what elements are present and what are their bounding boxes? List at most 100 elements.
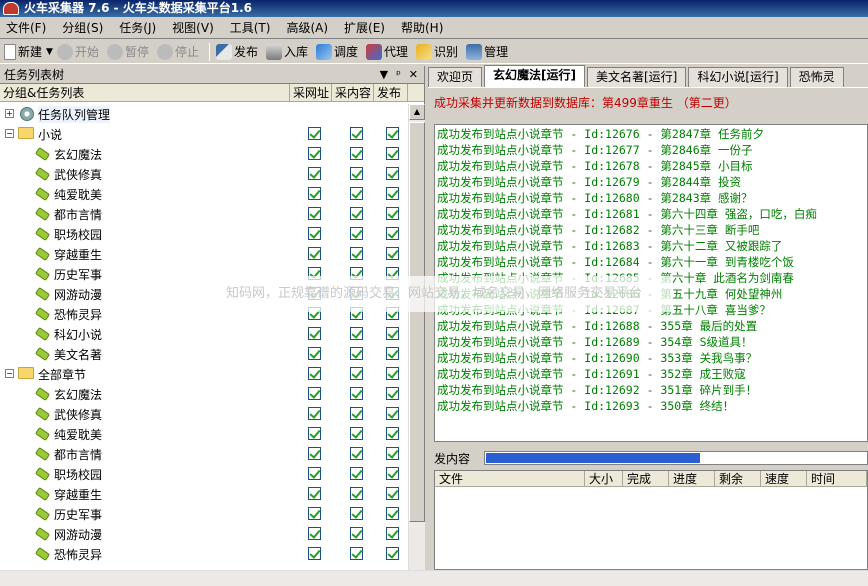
publish-checkbox[interactable] (386, 427, 399, 440)
collect-content-checkbox[interactable] (350, 507, 363, 520)
collect-url-checkbox[interactable] (308, 227, 321, 240)
tree-task-item[interactable]: 武侠修真 (0, 164, 408, 184)
tab-1[interactable]: 玄幻魔法[运行] (484, 65, 585, 87)
collect-content-checkbox[interactable] (350, 247, 363, 260)
tree-task-item[interactable]: 武侠修真 (0, 404, 408, 424)
collect-url-checkbox[interactable] (308, 327, 321, 340)
file-column-header[interactable]: 速度 (761, 471, 807, 486)
tree-group[interactable]: − 全部章节 (0, 364, 408, 384)
tree-task-item[interactable]: 玄幻魔法 (0, 384, 408, 404)
new-dropdown-icon[interactable]: ▼ (46, 47, 53, 57)
collect-url-checkbox[interactable] (308, 547, 321, 560)
collect-content-checkbox[interactable] (350, 327, 363, 340)
tab-0[interactable]: 欢迎页 (428, 67, 483, 87)
publish-checkbox[interactable] (386, 167, 399, 180)
collect-content-checkbox[interactable] (350, 207, 363, 220)
collect-url-checkbox[interactable] (308, 147, 321, 160)
tree-task-item[interactable]: 网游动漫 (0, 524, 408, 544)
collect-url-checkbox[interactable] (308, 507, 321, 520)
expand-icon[interactable]: + (5, 109, 14, 118)
horizontal-scrollbar[interactable] (0, 570, 868, 586)
collect-content-checkbox[interactable] (350, 127, 363, 140)
tree-task-item[interactable]: 穿越重生 (0, 244, 408, 264)
tree-task-item[interactable]: 职场校园 (0, 464, 408, 484)
collect-content-checkbox[interactable] (350, 547, 363, 560)
collect-url-checkbox[interactable] (308, 187, 321, 200)
collect-url-checkbox[interactable] (308, 407, 321, 420)
collect-content-checkbox[interactable] (350, 387, 363, 400)
panel-dropdown-icon[interactable]: ▼ (380, 66, 388, 84)
collect-url-checkbox[interactable] (308, 247, 321, 260)
publish-checkbox[interactable] (386, 527, 399, 540)
file-column-header[interactable]: 完成 (623, 471, 669, 486)
collect-content-checkbox[interactable] (350, 467, 363, 480)
stop-button[interactable]: 停止 (156, 43, 199, 60)
publish-checkbox[interactable] (386, 467, 399, 480)
collect-url-checkbox[interactable] (308, 167, 321, 180)
menu-advanced[interactable]: 高级(A) (286, 19, 328, 36)
menu-tools[interactable]: 工具(T) (230, 19, 271, 36)
import-button[interactable]: 入库 (266, 43, 308, 60)
collect-content-checkbox[interactable] (350, 447, 363, 460)
recognize-button[interactable]: 识别 (416, 43, 458, 60)
collapse-icon[interactable]: − (5, 369, 14, 378)
collect-content-checkbox[interactable] (350, 167, 363, 180)
collect-url-checkbox[interactable] (308, 467, 321, 480)
tab-2[interactable]: 美文名著[运行] (587, 67, 687, 87)
menu-group[interactable]: 分组(S) (62, 19, 103, 36)
column-group-task[interactable]: 分组&任务列表 (0, 84, 290, 101)
tree-vertical-scrollbar[interactable]: ▲ (408, 104, 425, 572)
scroll-up-icon[interactable]: ▲ (409, 104, 425, 120)
collect-content-checkbox[interactable] (350, 407, 363, 420)
collect-url-checkbox[interactable] (308, 367, 321, 380)
close-icon[interactable]: ✕ (409, 66, 418, 84)
publish-checkbox[interactable] (386, 387, 399, 400)
publish-checkbox[interactable] (386, 127, 399, 140)
collect-content-checkbox[interactable] (350, 227, 363, 240)
file-column-header[interactable]: 大小 (585, 471, 623, 486)
menu-file[interactable]: 文件(F) (6, 19, 46, 36)
publish-checkbox[interactable] (386, 487, 399, 500)
publish-button[interactable]: 发布 (215, 43, 258, 60)
start-button[interactable]: 开始 (56, 43, 99, 60)
tab-3[interactable]: 科幻小说[运行] (688, 67, 788, 87)
tree-task-item[interactable]: 恐怖灵异 (0, 544, 408, 564)
tree-task-item[interactable]: 美文名著 (0, 344, 408, 364)
publish-checkbox[interactable] (386, 407, 399, 420)
manage-button[interactable]: 管理 (466, 43, 508, 60)
tree-task-item[interactable]: 职场校园 (0, 224, 408, 244)
publish-checkbox[interactable] (386, 547, 399, 560)
collect-url-checkbox[interactable] (308, 207, 321, 220)
tree-task-item[interactable]: 纯爱耽美 (0, 184, 408, 204)
pause-button[interactable]: 暂停 (106, 43, 149, 60)
collapse-icon[interactable]: − (5, 129, 14, 138)
publish-checkbox[interactable] (386, 327, 399, 340)
collect-content-checkbox[interactable] (350, 147, 363, 160)
collect-content-checkbox[interactable] (350, 187, 363, 200)
tree-task-item[interactable]: 都市言情 (0, 204, 408, 224)
tree-task-item[interactable]: 科幻小说 (0, 324, 408, 344)
collect-content-checkbox[interactable] (350, 347, 363, 360)
publish-checkbox[interactable] (386, 507, 399, 520)
tree-task-item[interactable]: 穿越重生 (0, 484, 408, 504)
scroll-thumb[interactable] (409, 122, 425, 522)
publish-checkbox[interactable] (386, 187, 399, 200)
collect-url-checkbox[interactable] (308, 447, 321, 460)
collect-url-checkbox[interactable] (308, 127, 321, 140)
tree-task-item[interactable]: 历史军事 (0, 504, 408, 524)
file-column-header[interactable]: 时间 (807, 471, 867, 486)
collect-url-checkbox[interactable] (308, 427, 321, 440)
collect-content-checkbox[interactable] (350, 367, 363, 380)
tab-4[interactable]: 恐怖灵 (789, 67, 844, 87)
tree-task-item[interactable]: 都市言情 (0, 444, 408, 464)
file-column-header[interactable]: 剩余 (715, 471, 761, 486)
tree-group[interactable]: − 小说 (0, 124, 408, 144)
pin-icon[interactable]: ᵖ (396, 66, 401, 84)
publish-checkbox[interactable] (386, 367, 399, 380)
menu-task[interactable]: 任务(J) (119, 19, 156, 36)
publish-checkbox[interactable] (386, 347, 399, 360)
column-collect-content[interactable]: 采内容 (332, 84, 374, 101)
schedule-button[interactable]: 调度 (316, 43, 358, 60)
publish-checkbox[interactable] (386, 247, 399, 260)
menu-help[interactable]: 帮助(H) (401, 19, 443, 36)
